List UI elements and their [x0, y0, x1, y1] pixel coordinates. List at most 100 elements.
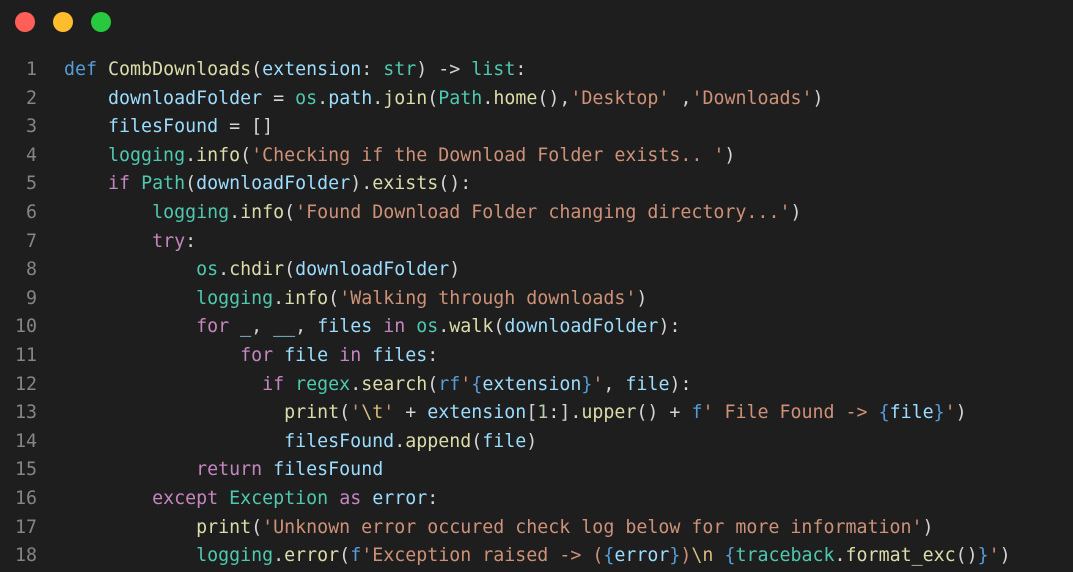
- code-line: 11 for file in files:: [0, 342, 1073, 371]
- code-token: search: [361, 373, 428, 395]
- code-token: ): [449, 259, 461, 281]
- code-token: (: [471, 430, 483, 452]
- code-token: }: [933, 402, 945, 424]
- code-token: (: [427, 373, 439, 395]
- code-text: os.chdir(downloadFolder): [64, 256, 460, 285]
- line-number: 16: [14, 487, 37, 509]
- code-token: (: [493, 316, 505, 338]
- code-text: except Exception as error:: [64, 485, 438, 514]
- code-token: CombDownloads: [108, 59, 252, 80]
- code-text: try:: [64, 228, 196, 257]
- code-token: .: [350, 373, 362, 395]
- code-token: f: [350, 545, 362, 567]
- code-token: in: [339, 344, 362, 366]
- code-token: for: [240, 344, 274, 366]
- code-token: :: [427, 487, 439, 509]
- line-number: 2: [25, 87, 37, 109]
- code-token: os: [295, 87, 318, 109]
- code-token: 'Exception raised -> (: [361, 545, 604, 567]
- code-token: ): [680, 545, 692, 567]
- code-text: if Path(downloadFolder).exists():: [64, 170, 471, 199]
- code-token: try: [152, 230, 186, 252]
- code-editor[interactable]: 1 def CombDownloads(extension: str) -> li…: [0, 56, 1073, 571]
- code-text: downloadFolder = os.path.join(Path.home(…: [64, 85, 824, 114]
- code-token: .: [273, 545, 285, 567]
- code-token: ': [592, 373, 604, 395]
- code-token: path: [328, 87, 373, 109]
- code-line: 2 downloadFolder = os.path.join(Path.hom…: [0, 85, 1073, 114]
- code-token: ): [812, 87, 824, 109]
- close-button[interactable]: [15, 12, 35, 32]
- code-token: (: [251, 516, 263, 538]
- code-token: ():: [438, 173, 472, 195]
- line-number: 5: [25, 173, 37, 195]
- code-token: logging: [152, 201, 230, 223]
- code-token: ): [955, 402, 967, 424]
- code-line: 13 print('\t' + extension[1:].upper() + …: [0, 399, 1073, 428]
- code-token: \t: [361, 402, 384, 424]
- code-token: ,: [251, 316, 274, 338]
- code-token: error: [284, 545, 340, 567]
- code-text: logging.info('Walking through downloads'…: [64, 285, 647, 314]
- zoom-button[interactable]: [91, 12, 111, 32]
- code-token: ):: [669, 373, 692, 395]
- code-token: \n: [691, 545, 714, 567]
- line-number: 17: [14, 516, 37, 538]
- code-line: 6 logging.info('Found Download Folder ch…: [0, 199, 1073, 228]
- code-token: 'Desktop': [570, 87, 670, 109]
- code-token: file: [625, 373, 670, 395]
- code-token: append: [405, 430, 472, 452]
- line-number: 12: [14, 373, 37, 395]
- code-line: 7 try:: [0, 228, 1073, 257]
- code-token: ': [460, 373, 472, 395]
- code-token: Exception: [229, 487, 329, 509]
- code-token: .: [229, 201, 241, 223]
- code-token: :: [515, 59, 527, 80]
- code-token: .: [185, 144, 197, 166]
- code-token: ): [724, 144, 736, 166]
- code-token: ) ->: [416, 59, 472, 80]
- code-token: {: [471, 373, 483, 395]
- line-number: 14: [14, 430, 37, 452]
- code-token: return: [196, 459, 263, 481]
- code-text: print('Unknown error occured check log b…: [64, 514, 933, 543]
- code-token: print: [196, 516, 252, 538]
- code-token: ): [636, 287, 648, 309]
- line-number: 8: [25, 259, 37, 281]
- code-token: ,: [669, 87, 692, 109]
- code-token: () +: [636, 402, 692, 424]
- code-token: }: [977, 545, 989, 567]
- code-token: ': [350, 402, 362, 424]
- code-token: (),: [537, 87, 571, 109]
- line-number: 15: [14, 459, 37, 481]
- code-text: print('\t' + extension[1:].upper() + f' …: [64, 399, 967, 428]
- code-token: logging: [108, 144, 186, 166]
- code-token: ': [944, 402, 956, 424]
- code-token: walk: [449, 316, 494, 338]
- code-token: (: [284, 201, 296, 223]
- code-token: (: [339, 402, 351, 424]
- code-line: 12 if regex.search(rf'{extension}', file…: [0, 371, 1073, 400]
- minimize-button[interactable]: [53, 12, 73, 32]
- line-number: 11: [14, 344, 37, 366]
- code-token: extension: [427, 402, 527, 424]
- code-token: (: [251, 59, 263, 80]
- code-token: downloadFolder: [295, 259, 450, 281]
- code-token: Path: [141, 173, 186, 195]
- code-text: logging.info('Checking if the Download F…: [64, 142, 735, 171]
- code-token: if: [108, 173, 131, 195]
